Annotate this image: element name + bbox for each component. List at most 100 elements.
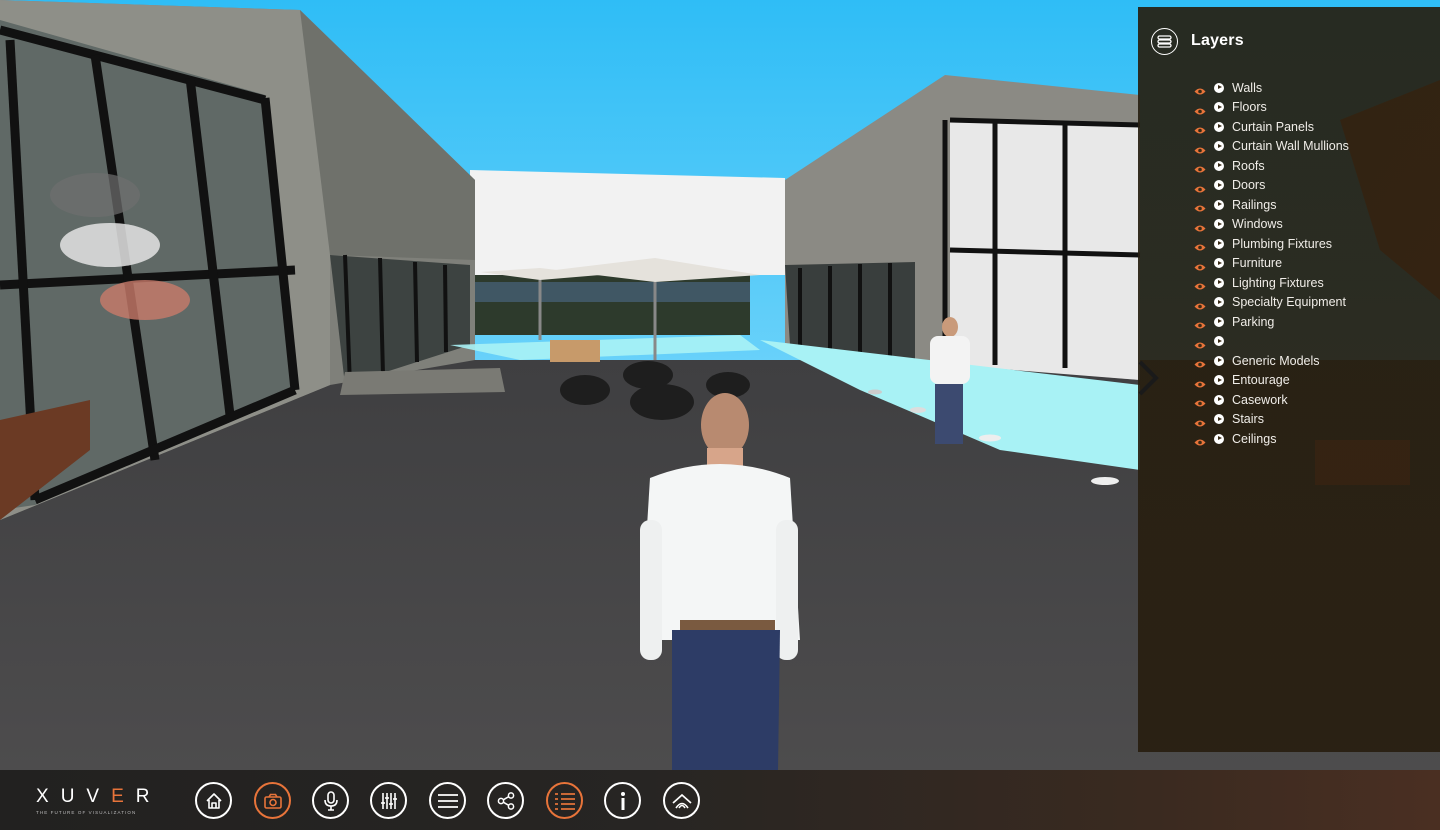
layer-label: Railings <box>1232 197 1277 212</box>
layer-item-ceilings[interactable]: Ceilings <box>1194 429 1349 449</box>
xuver-logo: X U V E R THE FUTURE OF VISUALIZATION <box>36 786 156 816</box>
eye-icon[interactable] <box>1194 220 1206 232</box>
expand-icon[interactable] <box>1214 297 1224 308</box>
eye-icon[interactable] <box>1194 415 1206 427</box>
expand-icon[interactable] <box>1214 277 1224 288</box>
layer-label: Doors <box>1232 178 1266 193</box>
eye-icon[interactable] <box>1194 298 1206 310</box>
layer-item-generic-models[interactable]: Generic Models <box>1194 351 1349 371</box>
expand-icon[interactable] <box>1214 219 1224 230</box>
layers-button[interactable] <box>546 782 583 819</box>
layer-item-roofs[interactable]: Roofs <box>1194 156 1349 176</box>
layer-item-walls[interactable]: Walls <box>1194 78 1349 98</box>
menu-button[interactable] <box>429 782 466 819</box>
eye-icon[interactable] <box>1194 142 1206 154</box>
eye-icon[interactable] <box>1194 317 1206 329</box>
layer-item-entourage[interactable]: Entourage <box>1194 371 1349 391</box>
eye-icon[interactable] <box>1194 161 1206 173</box>
eye-icon[interactable] <box>1194 376 1206 388</box>
expand-icon[interactable] <box>1214 336 1224 347</box>
logo-letter: X <box>36 786 49 807</box>
eye-icon[interactable] <box>1194 259 1206 271</box>
layer-item-furniture[interactable]: Furniture <box>1194 254 1349 274</box>
layer-item-casework[interactable]: Casework <box>1194 390 1349 410</box>
layer-label: Parking <box>1232 314 1275 329</box>
layer-label: Walls <box>1232 80 1263 95</box>
layer-label: Furniture <box>1232 256 1283 271</box>
layer-label: Ceilings <box>1232 431 1277 446</box>
microphone-icon <box>323 790 338 811</box>
expand-icon[interactable] <box>1214 102 1224 113</box>
logo-letter: R <box>135 786 150 807</box>
layer-label: Stairs <box>1232 412 1264 427</box>
layer-item-plumbing-fixtures[interactable]: Plumbing Fixtures <box>1194 234 1349 254</box>
info-button[interactable] <box>604 782 641 819</box>
home-icon <box>205 792 222 809</box>
share-button[interactable] <box>487 782 524 819</box>
info-icon <box>620 791 625 810</box>
expand-icon[interactable] <box>1214 414 1224 425</box>
eye-icon[interactable] <box>1194 278 1206 290</box>
logo-letter: V <box>86 786 100 807</box>
layer-item-railings[interactable]: Railings <box>1194 195 1349 215</box>
home-button[interactable] <box>195 782 232 819</box>
layer-item-lighting-fixtures[interactable]: Lighting Fixtures <box>1194 273 1349 293</box>
chevron-right-icon <box>1138 360 1159 396</box>
camera-icon <box>263 793 282 809</box>
share-icon <box>497 791 514 810</box>
logo-letter: U <box>60 786 75 807</box>
layer-label: Lighting Fixtures <box>1232 275 1324 290</box>
layer-item-unnamed[interactable] <box>1194 332 1349 352</box>
layer-item-curtain-panels[interactable]: Curtain Panels <box>1194 117 1349 137</box>
layers-header: Layers <box>1151 27 1244 55</box>
layer-item-windows[interactable]: Windows <box>1194 215 1349 235</box>
eye-icon[interactable] <box>1194 83 1206 95</box>
expand-icon[interactable] <box>1214 180 1224 191</box>
layer-label: Casework <box>1232 392 1288 407</box>
layer-label: Curtain Panels <box>1232 119 1314 134</box>
expand-icon[interactable] <box>1214 82 1224 93</box>
expand-icon[interactable] <box>1214 160 1224 171</box>
layer-label: Curtain Wall Mullions <box>1232 139 1349 154</box>
eye-icon[interactable] <box>1194 200 1206 212</box>
eye-icon[interactable] <box>1194 434 1206 446</box>
layer-item-specialty-equipment[interactable]: Specialty Equipment <box>1194 293 1349 313</box>
layer-label: Plumbing Fixtures <box>1232 236 1333 251</box>
panel-collapse-toggle[interactable] <box>1136 358 1160 398</box>
eye-icon[interactable] <box>1194 239 1206 251</box>
layer-item-stairs[interactable]: Stairs <box>1194 410 1349 430</box>
layer-item-parking[interactable]: Parking <box>1194 312 1349 332</box>
layer-item-floors[interactable]: Floors <box>1194 98 1349 118</box>
layer-label: Generic Models <box>1232 353 1320 368</box>
eye-icon[interactable] <box>1194 395 1206 407</box>
screenshot-button[interactable] <box>254 782 291 819</box>
eye-icon[interactable] <box>1194 103 1206 115</box>
logo-wordmark: X U V E R <box>36 786 156 808</box>
eye-icon[interactable] <box>1194 356 1206 368</box>
layer-list: Walls Floors Curtain Panels Curtain Wall… <box>1194 78 1349 449</box>
expand-icon[interactable] <box>1214 316 1224 327</box>
layer-item-doors[interactable]: Doors <box>1194 176 1349 196</box>
expand-icon[interactable] <box>1214 121 1224 132</box>
eye-icon[interactable] <box>1194 337 1206 349</box>
expand-icon[interactable] <box>1214 258 1224 269</box>
expand-icon[interactable] <box>1214 238 1224 249</box>
hamburger-icon <box>437 793 458 808</box>
settings-button[interactable] <box>370 782 407 819</box>
expand-icon[interactable] <box>1214 375 1224 386</box>
layer-item-curtain-wall-mullions[interactable]: Curtain Wall Mullions <box>1194 137 1349 157</box>
expand-icon[interactable] <box>1214 199 1224 210</box>
layer-label: Roofs <box>1232 158 1265 173</box>
expand-icon[interactable] <box>1214 394 1224 405</box>
eye-icon[interactable] <box>1194 122 1206 134</box>
views-button[interactable] <box>663 782 700 819</box>
expand-icon[interactable] <box>1214 433 1224 444</box>
voice-button[interactable] <box>312 782 349 819</box>
logo-tagline: THE FUTURE OF VISUALIZATION <box>36 810 137 815</box>
expand-icon[interactable] <box>1214 355 1224 366</box>
eye-icon[interactable] <box>1194 181 1206 193</box>
layers-panel: Layers Walls Floors Curtain Panels Curta… <box>1138 7 1440 752</box>
expand-icon[interactable] <box>1214 141 1224 152</box>
bottom-toolbar: X U V E R THE FUTURE OF VISUALIZATION <box>0 770 1440 830</box>
layer-label: Windows <box>1232 217 1283 232</box>
